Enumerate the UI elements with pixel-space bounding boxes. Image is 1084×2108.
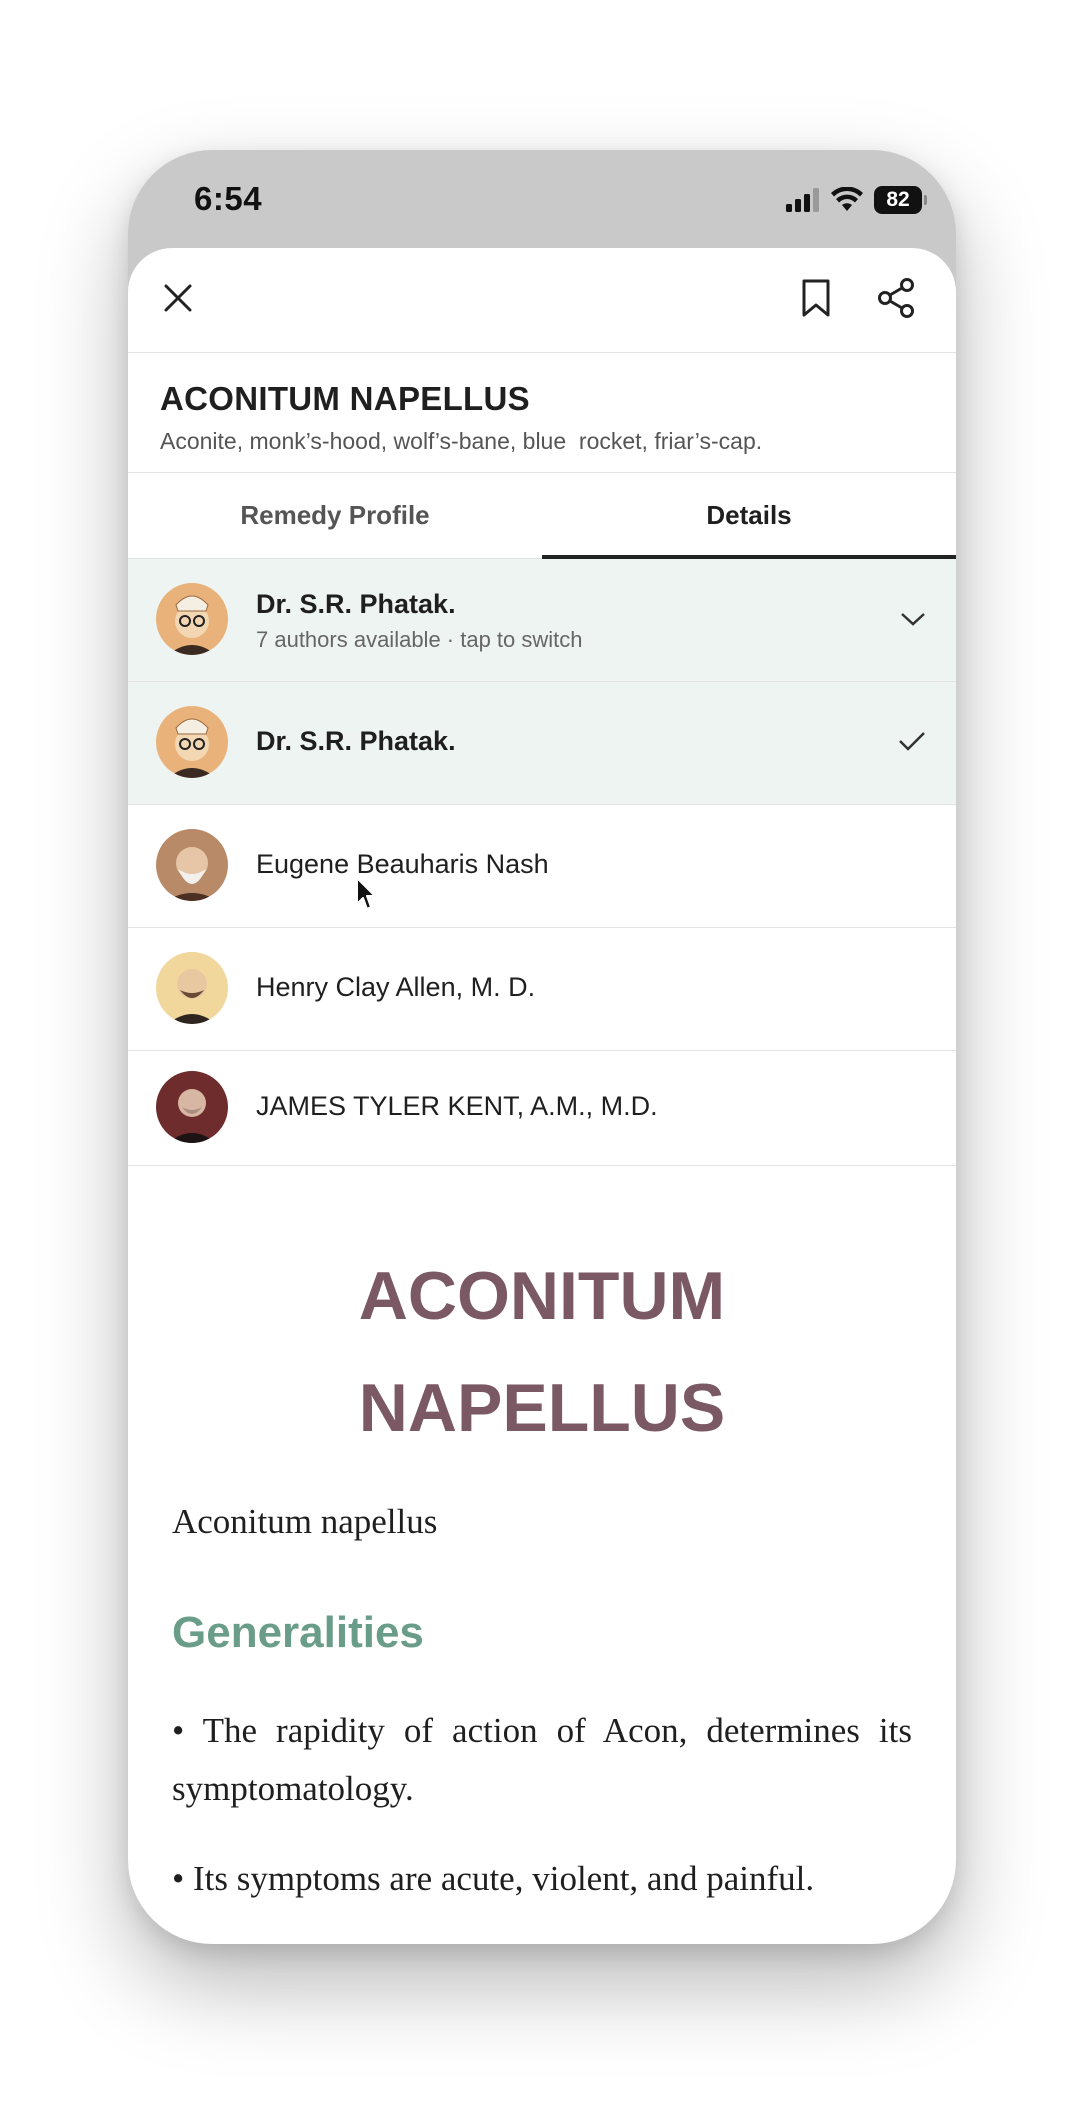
article-title: ACONITUM NAPELLUS bbox=[128, 1240, 956, 1464]
share-icon bbox=[878, 278, 914, 318]
bookmark-icon bbox=[802, 279, 830, 317]
avatar bbox=[156, 829, 228, 901]
section-heading: Generalities bbox=[172, 1608, 424, 1657]
author-name: Dr. S.R. Phatak. bbox=[256, 726, 456, 756]
tab-details[interactable]: Details bbox=[542, 472, 956, 558]
remedy-header: ACONITUM NAPELLUS Aconite, monk’s-hood, … bbox=[128, 352, 956, 473]
chevron-down-icon bbox=[901, 613, 925, 626]
author-switch-hint: 7 authors available · tap to switch bbox=[256, 627, 583, 652]
tab-remedy-profile[interactable]: Remedy Profile bbox=[128, 472, 542, 558]
author-option-allen[interactable]: Henry Clay Allen, M. D. bbox=[128, 928, 956, 1051]
status-bar: 6:54 82 bbox=[128, 150, 956, 248]
author-option-nash[interactable]: Eugene Beauharis Nash bbox=[128, 805, 956, 928]
close-button[interactable] bbox=[150, 270, 206, 326]
avatar bbox=[156, 706, 228, 778]
remedy-aliases: Aconite, monk’s-hood, wolf’s-bane, blue … bbox=[160, 428, 763, 454]
avatar bbox=[156, 583, 228, 655]
checkmark-icon bbox=[899, 732, 925, 751]
author-name: Henry Clay Allen, M. D. bbox=[256, 972, 536, 1002]
mouse-pointer-icon bbox=[356, 877, 376, 910]
latin-name: Aconitum napellus bbox=[172, 1502, 438, 1541]
bookmark-button[interactable] bbox=[788, 270, 844, 326]
article-title-line: ACONITUM bbox=[358, 1258, 726, 1334]
tab-bar: Remedy Profile Details bbox=[128, 472, 956, 559]
sheet-toolbar bbox=[128, 248, 956, 353]
remedy-title: ACONITUM NAPELLUS bbox=[160, 380, 530, 417]
wifi-icon bbox=[831, 187, 863, 211]
cellular-signal-icon bbox=[786, 188, 819, 212]
article-title-line: NAPELLUS bbox=[358, 1370, 726, 1446]
author-name: Eugene Beauharis Nash bbox=[256, 849, 549, 879]
author-option-kent[interactable]: JAMES TYLER KENT, A.M., M.D. bbox=[128, 1051, 956, 1166]
article-paragraph: • The rapidity of action of Acon, determ… bbox=[172, 1711, 912, 1808]
author-option-phatak[interactable]: Dr. S.R. Phatak. bbox=[128, 682, 956, 805]
battery-indicator: 82 bbox=[874, 186, 927, 214]
phone-frame: 6:54 82 ACONITUM NAPELLUS Aconite, monk’… bbox=[128, 150, 956, 1944]
status-time: 6:54 bbox=[194, 180, 263, 217]
remedy-sheet: ACONITUM NAPELLUS Aconite, monk’s-hood, … bbox=[128, 248, 956, 1944]
share-button[interactable] bbox=[868, 270, 924, 326]
author-name: JAMES TYLER KENT, A.M., M.D. bbox=[256, 1091, 658, 1121]
avatar bbox=[156, 952, 228, 1024]
current-author-name: Dr. S.R. Phatak. bbox=[256, 589, 456, 619]
author-selector[interactable]: Dr. S.R. Phatak. 7 authors available · t… bbox=[128, 559, 956, 682]
article-paragraph: • Its symptoms are acute, violent, and p… bbox=[172, 1859, 815, 1898]
avatar bbox=[156, 1071, 228, 1143]
status-icons: 82 bbox=[786, 186, 927, 214]
close-icon bbox=[164, 284, 192, 312]
